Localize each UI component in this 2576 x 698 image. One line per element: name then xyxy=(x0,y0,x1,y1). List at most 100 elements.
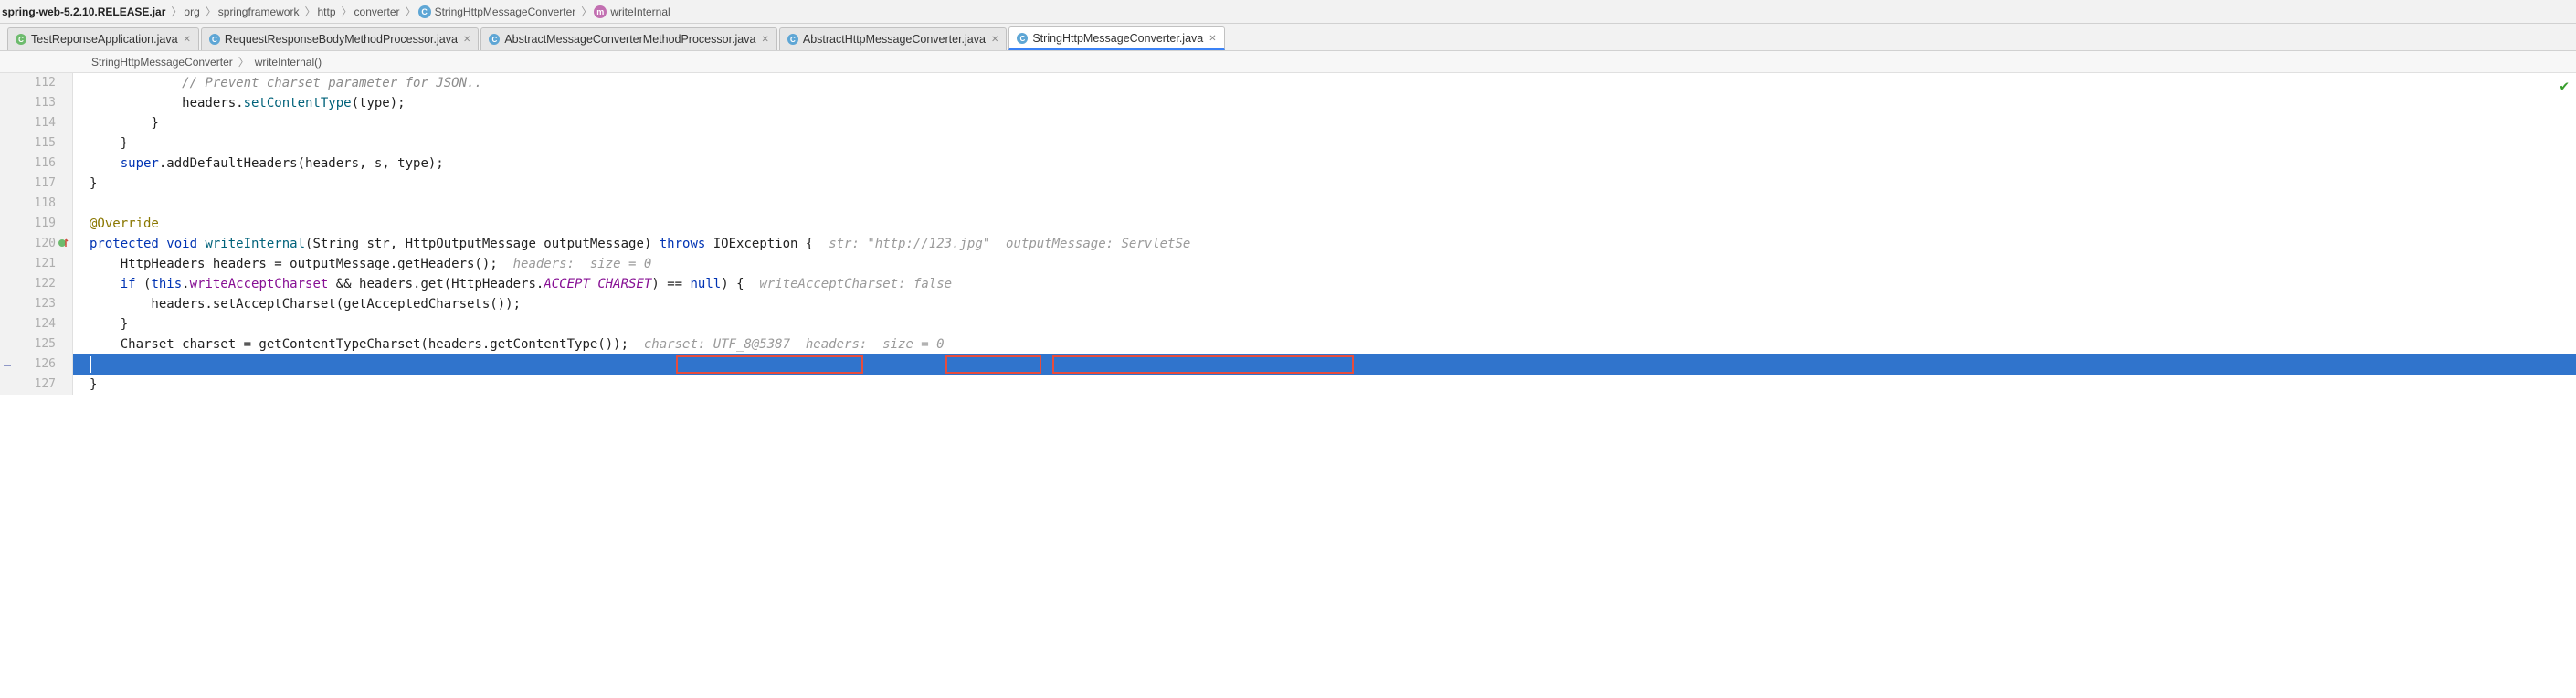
method-icon: m xyxy=(594,5,607,18)
code-token: if xyxy=(121,277,136,291)
close-icon[interactable]: ✕ xyxy=(184,35,191,45)
tab-abstract-http-message-converter[interactable]: C AbstractHttpMessageConverter.java ✕ xyxy=(779,27,1007,50)
code-token: ) { xyxy=(721,277,759,291)
close-icon[interactable]: ✕ xyxy=(761,35,768,45)
line-number[interactable]: 118 xyxy=(0,194,56,214)
annotation-box xyxy=(676,355,863,374)
code-token: .addDefaultHeaders(headers, s, type); xyxy=(159,156,444,171)
tab-label: AbstractHttpMessageConverter.java xyxy=(803,33,986,46)
breadcrumb-bar: spring-web-5.2.10.RELEASE.jar 〉 org 〉 sp… xyxy=(0,0,2576,24)
tab-abstract-message-converter-method[interactable]: C AbstractMessageConverterMethodProcesso… xyxy=(480,27,777,50)
line-number-gutter: 112 113 114 115 116 117 118 119 120 121 … xyxy=(0,73,73,395)
code-line: protected void writeInternal(String str,… xyxy=(73,234,2576,254)
comment-text: // Prevent charset parameter for JSON.. xyxy=(90,76,482,90)
debug-inline-hint: str: "http://123.jpg" outputMessage: Ser… xyxy=(829,237,1190,251)
tab-string-http-message-converter[interactable]: C StringHttpMessageConverter.java ✕ xyxy=(1008,26,1224,50)
editor-area: 112 113 114 115 116 117 118 119 120 121 … xyxy=(0,73,2576,395)
code-token: HttpHeaders headers = outputMessage.getH… xyxy=(90,257,513,271)
code-token: && headers.get(HttpHeaders. xyxy=(328,277,544,291)
override-marker-icon[interactable] xyxy=(58,237,70,249)
crumb-sep: 〉 xyxy=(581,4,592,19)
crumb-pkg-springframework[interactable]: springframework xyxy=(216,5,305,18)
nav-method[interactable]: writeInternal() xyxy=(255,56,322,69)
crumb-sep: 〉 xyxy=(171,4,182,19)
line-number[interactable]: 122 xyxy=(0,274,56,294)
crumb-pkg-org[interactable]: org xyxy=(182,5,205,18)
analysis-ok-icon[interactable]: ✔ xyxy=(2560,77,2569,94)
code-token: writeInternal xyxy=(205,237,305,251)
tab-test-response-app[interactable]: C TestReponseApplication.java ✕ xyxy=(7,27,199,50)
crumb-sep: 〉 xyxy=(238,54,249,69)
class-icon: C xyxy=(209,34,220,45)
debug-inline-hint: headers: size = 0 xyxy=(513,257,652,271)
annotation-box xyxy=(1052,355,1354,374)
tab-label: AbstractMessageConverterMethodProcessor.… xyxy=(504,33,755,46)
code-line: @Override xyxy=(73,214,2576,234)
code-line: } xyxy=(73,174,2576,194)
code-token: (type); xyxy=(352,96,406,111)
line-number[interactable]: 115 xyxy=(0,133,56,153)
line-number[interactable]: 127 xyxy=(0,375,56,395)
line-number[interactable]: 123 xyxy=(0,294,56,314)
close-icon[interactable]: ✕ xyxy=(991,35,998,45)
line-number[interactable]: 120 xyxy=(0,234,56,254)
code-token: headers. xyxy=(90,96,244,111)
line-number[interactable]: 112 xyxy=(0,73,56,93)
nav-class[interactable]: StringHttpMessageConverter xyxy=(91,56,233,69)
tab-label: RequestResponseBodyMethodProcessor.java xyxy=(225,33,458,46)
crumb-jar[interactable]: spring-web-5.2.10.RELEASE.jar xyxy=(0,5,171,18)
text-cursor xyxy=(90,356,91,373)
editor-tabs: C TestReponseApplication.java ✕ C Reques… xyxy=(0,24,2576,51)
close-icon[interactable]: ✕ xyxy=(1209,34,1216,44)
line-number[interactable]: 119 xyxy=(0,214,56,234)
close-icon[interactable]: ✕ xyxy=(463,35,470,45)
line-number[interactable]: 116 xyxy=(0,153,56,174)
code-line: HttpHeaders headers = outputMessage.getH… xyxy=(73,254,2576,274)
code-token: ACCEPT_CHARSET xyxy=(544,277,651,291)
crumb-sep: 〉 xyxy=(406,4,417,19)
line-number[interactable]: 121 xyxy=(0,254,56,274)
code-line: headers.setAcceptCharset(getAcceptedChar… xyxy=(73,294,2576,314)
crumb-pkg-http[interactable]: http xyxy=(315,5,341,18)
line-number[interactable]: 126 xyxy=(0,354,56,375)
crumb-jar-label: spring-web-5.2.10.RELEASE.jar xyxy=(2,5,165,18)
line-number[interactable]: 113 xyxy=(0,93,56,113)
code-line: } xyxy=(73,133,2576,153)
debug-inline-hint: writeAcceptCharset: false xyxy=(759,277,952,291)
line-number[interactable]: 125 xyxy=(0,334,56,354)
code-line: super.addDefaultHeaders(headers, s, type… xyxy=(73,153,2576,174)
file-structure-breadcrumb: StringHttpMessageConverter 〉 writeIntern… xyxy=(0,51,2576,73)
class-icon: C xyxy=(489,34,500,45)
code-token xyxy=(90,277,121,291)
crumb-class-label: StringHttpMessageConverter xyxy=(435,5,576,18)
code-token: . xyxy=(182,277,189,291)
code-token: null xyxy=(691,277,722,291)
code-token xyxy=(90,156,121,171)
code-token: setContentType xyxy=(244,96,352,111)
line-number[interactable]: 114 xyxy=(0,113,56,133)
code-content[interactable]: ✔ // Prevent charset parameter for JSON.… xyxy=(73,73,2576,395)
annotation-box xyxy=(945,355,1041,374)
code-token: Charset charset = getContentTypeCharset(… xyxy=(90,337,644,352)
execution-pointer-icon xyxy=(4,365,11,366)
class-icon: C xyxy=(1017,33,1028,44)
code-token: writeAcceptCharset xyxy=(190,277,329,291)
crumb-sep: 〉 xyxy=(206,4,216,19)
crumb-method[interactable]: mwriteInternal xyxy=(592,5,675,18)
crumb-class[interactable]: CStringHttpMessageConverter xyxy=(417,5,582,18)
code-token: IOException { xyxy=(705,237,829,251)
code-line: Charset charset = getContentTypeCharset(… xyxy=(73,334,2576,354)
code-line: } xyxy=(73,314,2576,334)
line-number[interactable]: 117 xyxy=(0,174,56,194)
tab-request-response-body[interactable]: C RequestResponseBodyMethodProcessor.jav… xyxy=(201,27,479,50)
code-line: if (this.writeAcceptCharset && headers.g… xyxy=(73,274,2576,294)
code-token: this xyxy=(151,277,182,291)
crumb-sep: 〉 xyxy=(342,4,353,19)
code-token: super xyxy=(121,156,159,171)
line-number[interactable]: 124 xyxy=(0,314,56,334)
code-line: headers.setContentType(type); xyxy=(73,93,2576,113)
code-line: } xyxy=(73,113,2576,133)
crumb-pkg-converter[interactable]: converter xyxy=(353,5,406,18)
code-token: (String str, HttpOutputMessage outputMes… xyxy=(305,237,660,251)
code-token: ( xyxy=(136,277,152,291)
